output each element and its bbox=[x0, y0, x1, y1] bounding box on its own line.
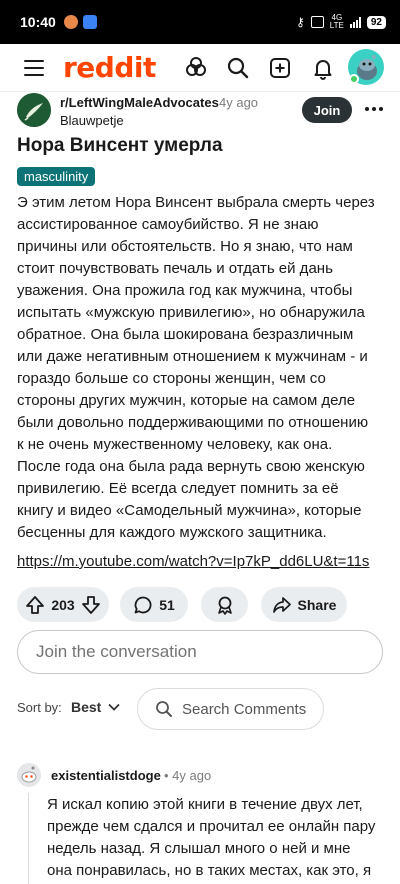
post-body-line: или даже негативным отношением к мужчина… bbox=[17, 348, 368, 365]
post-body-line: причины или обстоятельств. Но я знаю, чт… bbox=[17, 238, 353, 255]
post-body-line: были довольно поддерживающими по отношен… bbox=[17, 414, 369, 431]
post-author[interactable]: Blauwpetje bbox=[60, 113, 124, 128]
comment-author[interactable]: existentialistdoge bbox=[51, 768, 161, 783]
key-icon: ⚷ bbox=[296, 15, 305, 29]
post-body-line: ассистированное самоубийство. Я не знаю bbox=[17, 216, 319, 233]
sort-value: Best bbox=[71, 699, 102, 715]
subreddit-avatar[interactable] bbox=[17, 93, 51, 127]
post-body-line: уважения. Она прожила год как мужчина, ч… bbox=[17, 282, 353, 299]
share-button[interactable]: Share bbox=[261, 587, 347, 622]
vote-bar: 203 bbox=[17, 587, 109, 622]
comment-age: • 4y ago bbox=[164, 768, 212, 783]
comment-body: Я искал копию этой книги в течение двух … bbox=[47, 794, 387, 882]
signal-icon bbox=[349, 16, 361, 28]
post-body-line: гораздо больше со стороны женщин, чем со bbox=[17, 370, 326, 387]
youtube-link[interactable]: https://m.youtube.com/watch?v=Ip7kP_dd6L… bbox=[17, 553, 369, 570]
nfc-icon bbox=[310, 16, 324, 28]
calendar-notification-icon bbox=[82, 15, 97, 29]
post-body-line: привилегию. Её всегда следует помнить за… bbox=[17, 480, 339, 497]
snoo-icon bbox=[17, 763, 41, 787]
more-options-icon[interactable] bbox=[365, 107, 383, 111]
post-body-line: После года она была рада вернуть свою же… bbox=[17, 458, 365, 475]
post-body-line: Э этим летом Нора Винсент выбрала смерть… bbox=[17, 194, 375, 211]
comment-count: 51 bbox=[159, 596, 175, 613]
post-body-line: бесценны для каждого мужского защитника. bbox=[17, 524, 327, 541]
search-comments-button[interactable]: Search Comments bbox=[137, 688, 324, 730]
comment-line: прежде чем сдался и прочитал ее онлайн п… bbox=[47, 818, 376, 835]
search-icon[interactable] bbox=[226, 56, 250, 80]
downvote-icon[interactable] bbox=[81, 595, 101, 615]
search-comments-label: Search Comments bbox=[182, 700, 307, 718]
comment-input[interactable]: Join the conversation bbox=[17, 630, 383, 674]
post-body-line: обратное. Она была шокирована безразличн… bbox=[17, 326, 354, 343]
post-body: Э этим летом Нора Винсент выбрала смерть… bbox=[17, 192, 387, 544]
post-age: 4y ago bbox=[219, 95, 259, 110]
post-body-line: к не очень мужественному человеку, как о… bbox=[17, 436, 333, 453]
post-title: Нора Винсент умерла bbox=[17, 135, 223, 156]
status-bar: 10:40 ⚷ 4G LTE 92 bbox=[0, 0, 400, 44]
search-icon bbox=[156, 701, 172, 717]
comment-thread-line[interactable] bbox=[28, 793, 29, 884]
app-header: reddit bbox=[0, 44, 400, 92]
status-time: 10:40 bbox=[20, 14, 56, 30]
app-notification-icon bbox=[63, 15, 78, 29]
network-type: 4G LTE bbox=[330, 14, 344, 30]
post-flair[interactable]: masculinity bbox=[17, 167, 96, 186]
post-body-line: книгу и видео «Самодельный мужчина», кот… bbox=[17, 502, 362, 519]
reddit-logo[interactable]: reddit bbox=[63, 51, 156, 84]
online-indicator bbox=[349, 74, 359, 84]
comment-avatar[interactable] bbox=[17, 763, 41, 787]
lte-label: LTE bbox=[329, 21, 344, 30]
comment-icon bbox=[134, 596, 152, 613]
status-right-icons: ⚷ 4G LTE 92 bbox=[296, 14, 386, 30]
post-body-line: испытать «мужскую привилегию», но обнару… bbox=[17, 304, 365, 321]
chevron-down-icon bbox=[108, 703, 120, 711]
award-icon bbox=[217, 596, 232, 615]
status-notification-icons bbox=[63, 15, 97, 29]
sort-label: Sort by: bbox=[17, 700, 62, 715]
comment-line: недель назад. Я слышал много о ней и мне bbox=[47, 840, 351, 857]
upvote-icon[interactable] bbox=[25, 595, 45, 615]
share-icon bbox=[272, 596, 291, 613]
award-button[interactable] bbox=[201, 587, 248, 622]
sort-dropdown[interactable]: Best bbox=[71, 699, 120, 715]
popular-icon[interactable] bbox=[184, 56, 208, 80]
subreddit-logo-icon bbox=[17, 93, 51, 127]
comment-line: она понравилась, но в таких местах, как … bbox=[47, 862, 372, 879]
battery-level: 92 bbox=[366, 15, 386, 29]
vote-count: 203 bbox=[51, 596, 75, 613]
comments-button[interactable]: 51 bbox=[120, 587, 188, 622]
create-post-icon[interactable] bbox=[268, 56, 292, 80]
join-button[interactable]: Join bbox=[302, 97, 352, 123]
post-body-line: стоит почувствовать печаль и отдать ей д… bbox=[17, 260, 333, 277]
share-label: Share bbox=[297, 596, 337, 613]
comment-line: Я искал копию этой книги в течение двух … bbox=[47, 796, 363, 813]
subreddit-name[interactable]: r/LeftWingMaleAdvocates bbox=[60, 95, 219, 110]
post-body-line: стороны других мужчин, которые на самом … bbox=[17, 392, 356, 409]
bell-icon[interactable] bbox=[311, 56, 335, 80]
menu-icon[interactable] bbox=[24, 60, 44, 76]
